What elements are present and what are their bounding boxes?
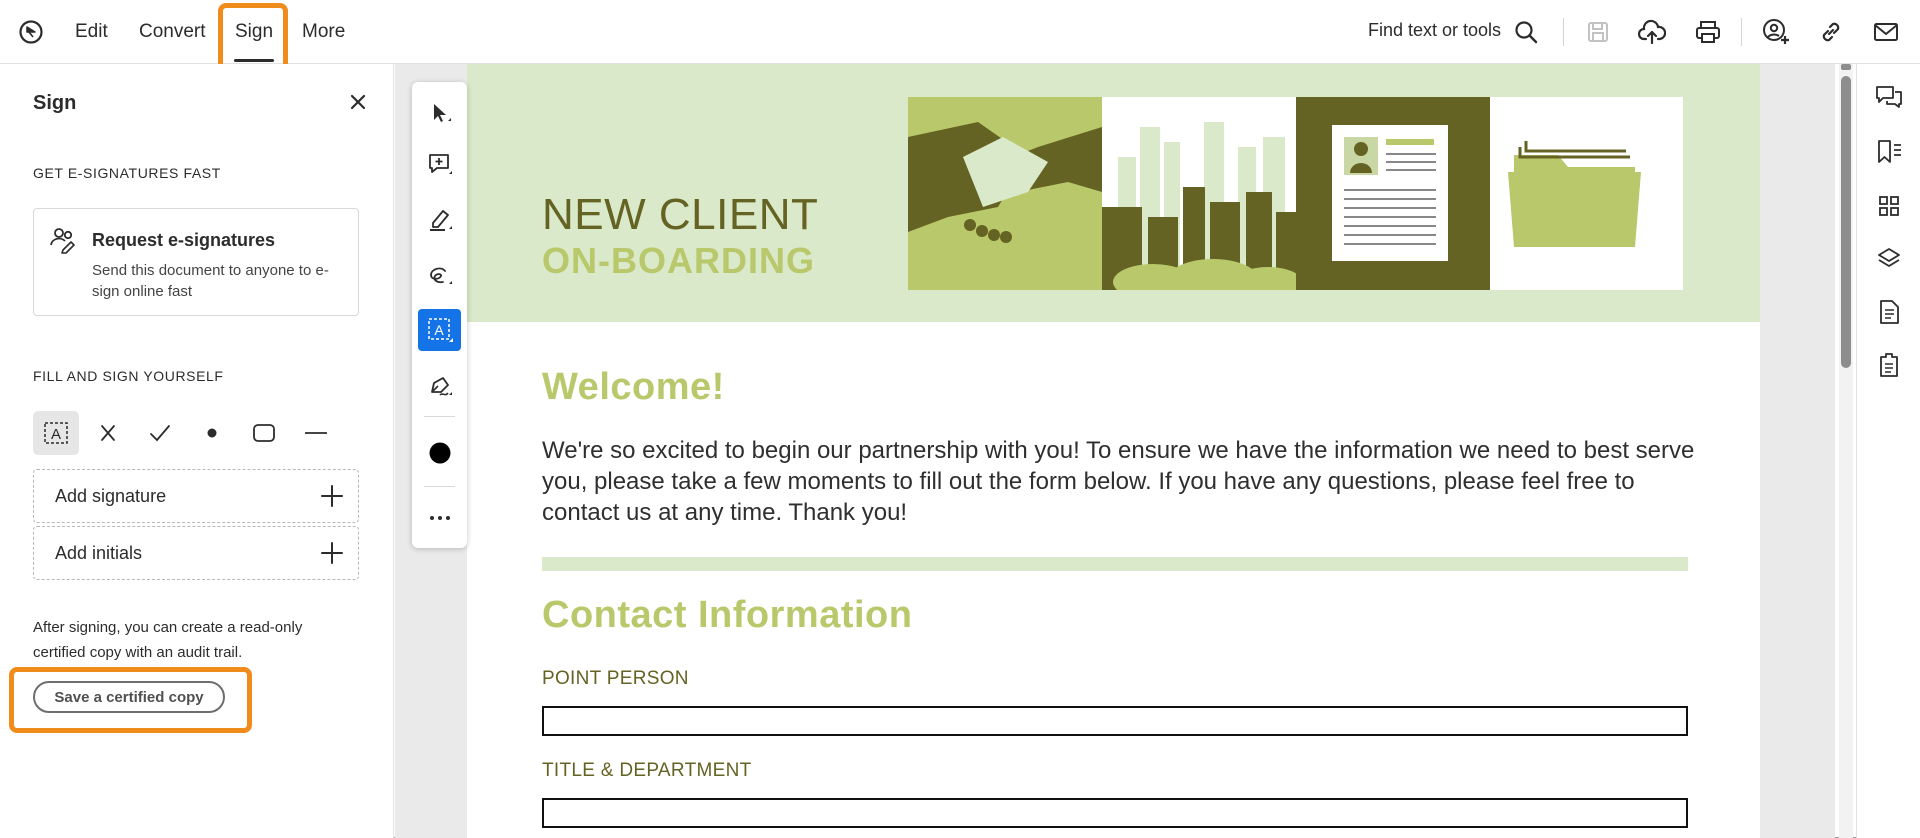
more-options-icon[interactable] [418,497,461,539]
intro-paragraph: We're so excited to begin our partnershi… [542,437,1695,526]
save-icon[interactable] [1583,17,1613,47]
layers-icon[interactable] [1875,245,1903,273]
rectangle-icon[interactable] [241,411,287,455]
sign-pen-icon[interactable] [418,365,461,407]
acrobat-home-icon[interactable] [18,19,44,45]
svg-text:A: A [51,426,61,443]
menu-more[interactable]: More [302,21,345,43]
check-mark-icon[interactable] [137,411,183,455]
bookmarks-icon[interactable] [1875,138,1903,166]
right-rail [1856,64,1920,838]
menu-sign[interactable]: Sign [233,21,275,62]
contact-heading: Contact Information [542,594,913,636]
mail-icon[interactable] [1871,17,1901,47]
plus-icon [321,485,343,507]
scrollbar-cap [1841,64,1851,70]
document-canvas: NEW CLIENT ON-BOARDING Welcome! We're so… [395,64,1835,838]
request-esignatures-card[interactable]: Request e-signatures Send this document … [33,208,359,316]
comments-icon[interactable] [1875,84,1903,112]
svg-text:A: A [434,322,444,338]
cross-mark-icon[interactable] [85,411,131,455]
document-banner: NEW CLIENT ON-BOARDING [467,64,1760,322]
highlight-pen-icon[interactable] [418,199,461,241]
sign-panel: Sign GET E-SIGNATURES FAST Request e-sig… [0,64,394,838]
document-properties-icon[interactable] [1875,298,1903,326]
add-text-icon[interactable]: A [418,309,461,351]
request-esignatures-desc: Send this document to anyone to e-sign o… [92,262,329,300]
vertical-scrollbar[interactable] [1839,64,1853,838]
close-icon[interactable] [346,90,370,114]
text-field-icon[interactable]: A [33,411,79,455]
toolbar-divider [424,416,455,417]
save-certified-copy-button[interactable]: Save a certified copy [33,681,225,713]
toolbar-divider [1563,18,1564,46]
share-user-icon[interactable] [1761,17,1791,47]
sign-panel-title: Sign [33,92,77,114]
toolbar-divider [1741,18,1742,46]
select-cursor-icon[interactable] [418,92,461,134]
toolbar-divider [424,486,455,487]
fill-sign-tools: A [33,411,363,455]
add-comment-icon[interactable] [418,144,461,186]
dot-icon[interactable] [189,411,235,455]
request-esignatures-title: Request e-signatures [92,230,276,250]
menu-edit[interactable]: Edit [75,21,108,43]
thumbnails-icon[interactable] [1875,192,1903,220]
title-department-field[interactable] [542,798,1688,828]
banner-subtitle: ON-BOARDING [542,240,815,281]
pdf-page: NEW CLIENT ON-BOARDING Welcome! We're so… [467,64,1760,838]
add-signature-label: Add signature [55,486,167,506]
add-initials-label: Add initials [55,543,143,563]
menu-convert[interactable]: Convert [139,21,206,43]
plus-icon [321,542,343,564]
section-heading-fill: FILL AND SIGN YOURSELF [33,368,224,384]
title-department-label: TITLE & DEPARTMENT [542,760,752,781]
tags-icon[interactable] [1875,351,1903,379]
scrollbar-thumb[interactable] [1841,76,1851,368]
request-signatures-icon [50,228,75,254]
section-divider [542,557,1688,571]
add-initials-button[interactable]: Add initials [33,526,359,580]
floating-toolbar: A [412,82,467,548]
point-person-label: POINT PERSON [542,668,689,689]
certified-copy-info: After signing, you can create a read-onl… [33,619,303,661]
upload-cloud-icon[interactable] [1637,17,1667,47]
banner-illustration [908,97,1683,290]
welcome-heading: Welcome! [542,366,725,408]
section-heading-fast: GET E-SIGNATURES FAST [33,165,221,181]
print-icon[interactable] [1693,17,1723,47]
link-icon[interactable] [1816,17,1846,47]
find-text-or-tools[interactable]: Find text or tools [1368,20,1501,41]
color-dot-icon[interactable] [418,432,461,474]
point-person-field[interactable] [542,706,1688,736]
freehand-draw-icon[interactable] [418,254,461,296]
top-toolbar: Edit Convert Sign More Find text or tool… [0,0,1920,64]
add-signature-button[interactable]: Add signature [33,469,359,523]
line-icon[interactable] [293,411,339,455]
banner-title: NEW CLIENT [542,190,819,239]
search-icon[interactable] [1511,17,1541,47]
